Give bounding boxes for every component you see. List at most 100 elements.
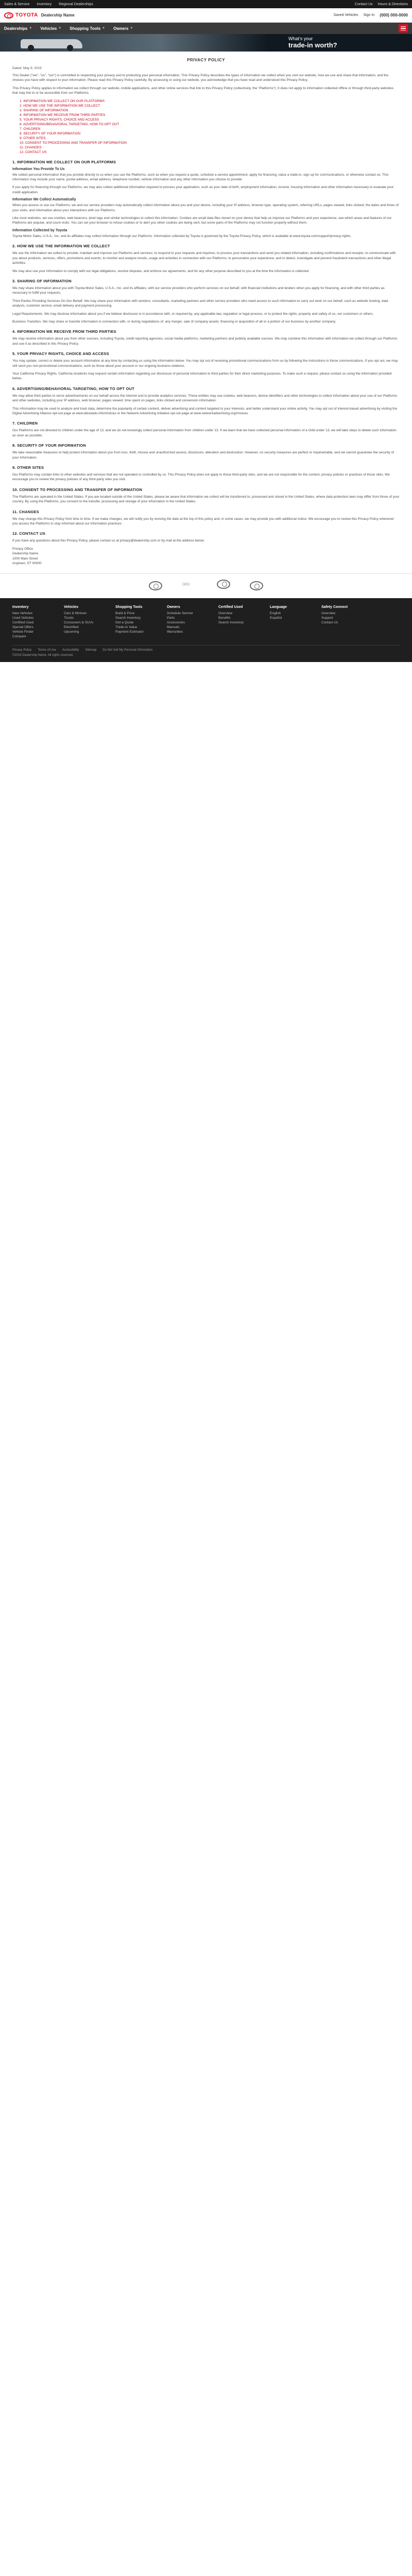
toyota-logo[interactable]: TOYOTA xyxy=(4,12,38,19)
footer-link[interactable]: English xyxy=(270,611,321,616)
subsection-heading: Information Collected by Toyota xyxy=(12,228,67,232)
footer-link[interactable]: Contact Us xyxy=(321,620,373,625)
policy-paragraph: Your California Privacy Rights. Californ… xyxy=(12,371,392,381)
toyota-emblem-icon xyxy=(4,12,13,19)
footer-link[interactable]: Payment Estimator xyxy=(115,630,167,634)
policy-paragraph: Third Parties Providing Services On Our … xyxy=(12,299,388,308)
copyright: ©2019 Dealership Name. All rights reserv… xyxy=(12,653,74,657)
footer-link[interactable]: Benefits xyxy=(218,616,270,620)
section-heading: 2. HOW WE USE THE INFORMATION WE COLLECT xyxy=(12,244,110,249)
footer-link[interactable]: Compare xyxy=(12,634,64,639)
legal-link[interactable]: Terms of Use xyxy=(38,649,56,652)
toc-link[interactable]: 9. OTHER SITES xyxy=(20,136,400,141)
hamburger-menu-icon[interactable] xyxy=(399,24,408,32)
footer-link[interactable]: Vehicle Finder xyxy=(12,630,64,634)
footer-link[interactable]: Trucks xyxy=(64,616,115,620)
footer-link[interactable]: Schedule Service xyxy=(167,611,218,616)
toc-link[interactable]: 6. ADVERTISING/BEHAVIORAL TARGETING; HOW… xyxy=(20,122,400,127)
policy-paragraph: You may update, correct or delete your a… xyxy=(12,359,398,368)
section-heading: 5. YOUR PRIVACY RIGHTS, CHOICE AND ACCES… xyxy=(12,351,109,357)
nav-item-dealerships[interactable]: Dealerships ▼ xyxy=(4,26,32,31)
policy-paragraph: We take reasonable measures to help prot… xyxy=(12,451,394,460)
footer-link[interactable]: Special Offers xyxy=(12,625,64,630)
footer-link[interactable]: New Vehicles xyxy=(12,611,64,616)
footer-link[interactable]: Overview xyxy=(321,611,373,616)
toc-link[interactable]: 2. HOW WE USE THE INFORMATION WE COLLECT xyxy=(20,104,400,108)
footer-link[interactable]: Build & Price xyxy=(115,611,167,616)
toc-link[interactable]: 5. YOUR PRIVACY RIGHTS, CHOICE AND ACCES… xyxy=(20,117,400,122)
footer-link[interactable]: Warranties xyxy=(167,630,218,634)
nav-item-label: Owners xyxy=(113,26,129,31)
toc-link[interactable]: 3. SHARING OF INFORMATION xyxy=(20,108,400,113)
policy-paragraph: We may allow third parties to serve adve… xyxy=(12,394,398,403)
footer-column-title: Certified Used xyxy=(218,605,243,609)
saved-vehicles-link[interactable]: Saved Vehicles xyxy=(334,13,358,17)
promo-line-2: trade-in worth? xyxy=(288,41,337,49)
footer-link[interactable]: Parts xyxy=(167,616,218,620)
policy-paragraph: This information may be used to analyze … xyxy=(12,406,398,415)
toc-link[interactable]: 4. INFORMATION WE RECEIVE FROM THIRD PAR… xyxy=(20,113,400,117)
footer-link[interactable]: Electrified xyxy=(64,625,115,630)
legal-link[interactable]: Accessibility xyxy=(62,649,79,652)
nav-item-vehicles[interactable]: Vehicles ▼ xyxy=(40,26,61,31)
util-link-contact[interactable]: Contact Us xyxy=(355,3,373,6)
chevron-down-icon: ▼ xyxy=(102,27,106,30)
policy-paragraph: We may share information about you with … xyxy=(12,286,385,295)
policy-sections: 1. INFORMATION WE COLLECT ON OUR PLATFOR… xyxy=(12,160,400,566)
toyota-logo-icon xyxy=(250,581,263,590)
toc-link[interactable]: 7. CHILDREN xyxy=(20,127,400,131)
footer-link[interactable]: Accessories xyxy=(167,620,218,625)
footer-link[interactable]: Manuals xyxy=(167,625,218,630)
trade-in-promo-banner[interactable]: What's your trade-in worth? xyxy=(0,34,412,52)
footer-column: Vehicles Cars & Minivan Trucks Crossovers &… xyxy=(64,605,115,639)
footer-link[interactable]: Crossovers & SUVs xyxy=(64,620,115,625)
section-heading: 10. CONSENT TO PROCESSING AND TRANSFER O… xyxy=(12,487,143,492)
footer-link[interactable]: Overview xyxy=(218,611,270,616)
util-link-sales[interactable]: Sales & Service xyxy=(4,3,29,6)
section-heading: 8. SECURITY OF YOUR INFORMATION xyxy=(12,443,86,448)
footer-column: Safety Connect Overview Support Contact Us xyxy=(321,605,373,639)
toc-link[interactable]: 11. CHANGES xyxy=(20,145,400,150)
toc-link[interactable]: 10. CONSENT TO PROCESSING AND TRANSFER O… xyxy=(20,141,400,145)
footer-link[interactable]: Support xyxy=(321,616,373,620)
section-heading: 4. INFORMATION WE RECEIVE FROM THIRD PAR… xyxy=(12,329,116,334)
footer-column-title: Language xyxy=(270,605,287,609)
util-link-regional[interactable]: Regional Dealerships xyxy=(59,3,93,6)
dealer-phone[interactable]: (000) 000-0000 xyxy=(380,13,408,18)
policy-paragraph: Our Platforms may contain links to other… xyxy=(12,473,390,482)
section-heading: 7. CHILDREN xyxy=(12,421,38,426)
footer-link[interactable]: Search Inventory xyxy=(115,616,167,620)
util-link-inventory[interactable]: Inventory xyxy=(37,3,52,6)
chevron-down-icon: ▼ xyxy=(130,27,133,30)
privacy-policy-content: PRIVACY POLICY Dated: May 9, 2019 This D… xyxy=(0,52,412,573)
nav-item-owners[interactable]: Owners ▼ xyxy=(113,26,133,31)
footer-column: Shopping Tools Build & Price Search Invent… xyxy=(115,605,167,639)
toc-link[interactable]: 12. CONTACT US xyxy=(20,150,400,155)
subsection-heading: Information We Collect Automatically xyxy=(12,198,76,202)
util-link-hours[interactable]: Hours & Directions xyxy=(378,3,408,6)
footer-link[interactable]: Search Inventory xyxy=(218,620,270,625)
nav-item-shopping-tools[interactable]: Shopping Tools ▼ xyxy=(70,26,105,31)
dealer-header: TOYOTA Dealership Name Saved Vehicles Si… xyxy=(0,8,412,23)
olympic-rings-icon xyxy=(182,581,197,590)
legal-link[interactable]: Sitemap xyxy=(85,649,96,652)
paralympic-logo-icon xyxy=(217,580,230,589)
section-heading: 3. SHARING OF INFORMATION xyxy=(12,278,72,283)
policy-paragraph: The Platforms are operated in the United… xyxy=(12,495,400,504)
toc-link[interactable]: 8. SECURITY OF YOUR INFORMATION xyxy=(20,131,400,136)
footer-link[interactable]: Trade-In Value xyxy=(115,625,167,630)
footer-link[interactable]: Certified Used xyxy=(12,620,64,625)
footer-link[interactable]: Used Vehicles xyxy=(12,616,64,620)
sign-in-link[interactable]: Sign In xyxy=(363,13,374,17)
toc-link[interactable]: 1. INFORMATION WE COLLECT ON OUR PLATFOR… xyxy=(20,99,400,104)
footer-link[interactable]: Cars & Minivan xyxy=(64,611,115,616)
dealer-name[interactable]: Dealership Name xyxy=(41,13,75,18)
footer-link[interactable]: Upcoming xyxy=(64,630,115,634)
footer-columns: Inventory New Vehicles Used Vehicles Certif… xyxy=(12,605,400,639)
legal-link[interactable]: Do Not Sell My Personal Information xyxy=(102,649,152,652)
policy-paragraph: We may change this Privacy Policy from t… xyxy=(12,517,394,526)
footer-link[interactable]: Get a Quote xyxy=(115,620,167,625)
section-heading: 9. OTHER SITES xyxy=(12,465,44,470)
legal-link[interactable]: Privacy Policy xyxy=(12,649,31,652)
footer-link[interactable]: Español xyxy=(270,616,321,620)
